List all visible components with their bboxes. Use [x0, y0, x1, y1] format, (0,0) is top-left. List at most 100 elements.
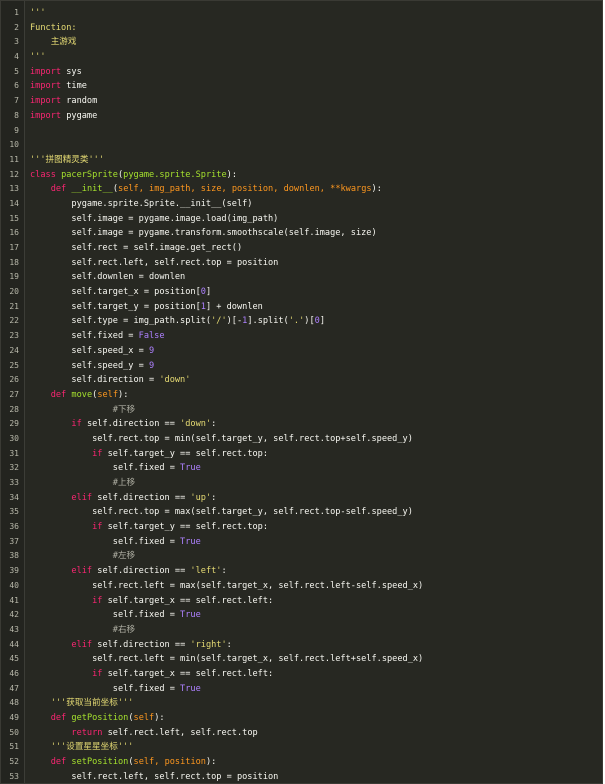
- code-line[interactable]: 7 import random: [1, 94, 602, 109]
- code-line[interactable]: 3 主游戏: [1, 35, 602, 50]
- code-line[interactable]: 39 elif self.direction == 'left':: [1, 564, 602, 579]
- code-line[interactable]: 27 def move(self):: [1, 388, 602, 403]
- code-line[interactable]: 9: [1, 124, 602, 139]
- line-code: 主游戏: [30, 35, 77, 50]
- line-code: self.type = img_path.split('/')[-1].spli…: [30, 314, 325, 329]
- token-kw: import: [30, 110, 62, 121]
- token-kw: def: [50, 184, 67, 195]
- line-code: self.direction = 'down': [30, 373, 190, 388]
- line-number: 42: [9, 610, 19, 620]
- code-line[interactable]: 44 elif self.direction == 'right':: [1, 638, 602, 653]
- code-line[interactable]: 45 self.rect.left = min(self.target_x, s…: [1, 652, 602, 667]
- line-code: self.rect.left = min(self.target_x, self…: [30, 652, 423, 667]
- code-line[interactable]: 23 self.fixed = False: [1, 329, 602, 344]
- token-txt: :: [211, 419, 217, 430]
- code-line[interactable]: 49 def getPosition(self):: [1, 711, 602, 726]
- line-number: 16: [9, 228, 19, 238]
- code-line[interactable]: 14 pygame.sprite.Sprite.__init__(self): [1, 197, 602, 212]
- line-code: ''': [30, 6, 46, 21]
- code-line[interactable]: 25 self.speed_y = 9: [1, 359, 602, 374]
- line-number: 40: [9, 580, 19, 590]
- code-line[interactable]: 16 self.image = pygame.transform.smooths…: [1, 226, 602, 241]
- code-line[interactable]: 30 self.rect.top = min(self.target_y, se…: [1, 432, 602, 447]
- token-txt: self.target_x == self.rect.left:: [102, 668, 274, 679]
- code-line[interactable]: 20 self.target_x = position[0]: [1, 285, 602, 300]
- token-txt: self.direction ==: [92, 566, 191, 577]
- code-line[interactable]: 50 return self.rect.left, self.rect.top: [1, 726, 602, 741]
- code-line[interactable]: 52 def setPosition(self, position):: [1, 755, 602, 770]
- token-kw: import: [30, 66, 62, 77]
- code-line[interactable]: 35 self.rect.top = max(self.target_y, se…: [1, 505, 602, 520]
- line-code: self.rect.left = max(self.target_x, self…: [30, 579, 423, 594]
- token-fn: move: [71, 389, 93, 400]
- line-code: self.fixed = True: [30, 535, 201, 550]
- token-txt: self.fixed =: [30, 536, 181, 547]
- line-number: 25: [9, 360, 19, 370]
- code-line[interactable]: 2 Function:: [1, 21, 602, 36]
- token-kw: def: [50, 713, 67, 723]
- code-line[interactable]: 19 self.downlen = downlen: [1, 270, 602, 285]
- token-txt: pygame.sprite.Sprite.__init__(self): [30, 198, 253, 209]
- line-code: import pygame: [30, 109, 97, 124]
- code-line[interactable]: 48 '''获取当前坐标''': [1, 696, 602, 711]
- code-line[interactable]: 11 '''拼图精灵类''': [1, 153, 602, 168]
- code-line[interactable]: 40 self.rect.left = max(self.target_x, s…: [1, 579, 602, 594]
- code-line[interactable]: 42 self.fixed = True: [1, 608, 602, 623]
- code-line[interactable]: 24 self.speed_x = 9: [1, 344, 602, 359]
- token-bool: True: [180, 610, 201, 621]
- code-line[interactable]: 32 self.fixed = True: [1, 461, 602, 476]
- line-number: 43: [9, 624, 19, 634]
- code-line[interactable]: 31 if self.target_y == self.rect.top:: [1, 447, 602, 462]
- line-code: self.image = pygame.transform.smoothscal…: [30, 226, 376, 241]
- line-number: 1: [14, 8, 19, 17]
- line-number: 34: [9, 492, 19, 502]
- code-line[interactable]: 29 if self.direction == 'down':: [1, 417, 602, 432]
- code-line[interactable]: 13 def __init__(self, img_path, size, po…: [1, 182, 602, 197]
- line-number: 48: [9, 698, 19, 708]
- code-line[interactable]: 15 self.image = pygame.image.load(img_pa…: [1, 212, 602, 227]
- code-line[interactable]: 36 if self.target_y == self.rect.top:: [1, 520, 602, 535]
- token-com: #下移: [30, 404, 136, 415]
- line-number: 32: [9, 463, 19, 473]
- code-line[interactable]: 47 self.fixed = True: [1, 682, 602, 697]
- line-code: import time: [30, 79, 87, 94]
- code-line[interactable]: 6 import time: [1, 79, 602, 94]
- line-number: 52: [9, 757, 19, 767]
- token-str: '''获取当前坐标''': [50, 698, 134, 709]
- code-line[interactable]: 18 self.rect.left, self.rect.top = posit…: [1, 256, 602, 271]
- token-txt: self.rect.left, self.rect.top: [102, 727, 258, 738]
- token-txt: ].split(: [247, 316, 289, 327]
- code-line[interactable]: 17 self.rect = self.image.get_rect(): [1, 241, 602, 256]
- code-line[interactable]: 21 self.target_y = position[1] + downlen: [1, 300, 602, 315]
- code-line[interactable]: 33 #上移: [1, 476, 602, 491]
- code-line[interactable]: 8 import pygame: [1, 109, 602, 124]
- line-code: class pacerSprite(pygame.sprite.Sprite):: [30, 168, 237, 183]
- code-line[interactable]: 10: [1, 138, 602, 153]
- code-line[interactable]: 43 #右移: [1, 623, 602, 638]
- code-line[interactable]: 37 self.fixed = True: [1, 535, 602, 550]
- code-line[interactable]: 38 #左移: [1, 549, 602, 564]
- line-number: 10: [9, 140, 19, 150]
- code-line[interactable]: 5 import sys: [1, 65, 602, 80]
- code-editor[interactable]: 1 ''' 2 Function: 3 主游戏 4 ''' 5 import sys 6 impor…: [0, 0, 603, 784]
- code-line[interactable]: 28 #下移: [1, 403, 602, 418]
- code-line[interactable]: 22 self.type = img_path.split('/')[-1].s…: [1, 314, 602, 329]
- line-code: self.rect.top = max(self.target_y, self.…: [30, 505, 413, 520]
- code-line[interactable]: 26 self.direction = 'down': [1, 373, 602, 388]
- code-line[interactable]: 51 '''设置星星坐标''': [1, 740, 602, 755]
- code-line[interactable]: 34 elif self.direction == 'up':: [1, 491, 602, 506]
- line-number: 4: [14, 52, 19, 62]
- code-line[interactable]: 12 class pacerSprite(pygame.sprite.Sprite…: [1, 168, 602, 183]
- code-line[interactable]: 46 if self.target_x == self.rect.left:: [1, 667, 602, 682]
- code-line[interactable]: 1 ''': [1, 6, 602, 21]
- code-line[interactable]: 4 ''': [1, 50, 602, 65]
- code-line[interactable]: 41 if self.target_x == self.rect.left:: [1, 594, 602, 609]
- code-lines[interactable]: 1 ''' 2 Function: 3 主游戏 4 ''' 5 import sys 6 impor…: [1, 6, 602, 783]
- token-str: '''设置星星坐标''': [50, 742, 134, 753]
- code-line[interactable]: 53 self.rect.left, self.rect.top = posit…: [1, 770, 602, 783]
